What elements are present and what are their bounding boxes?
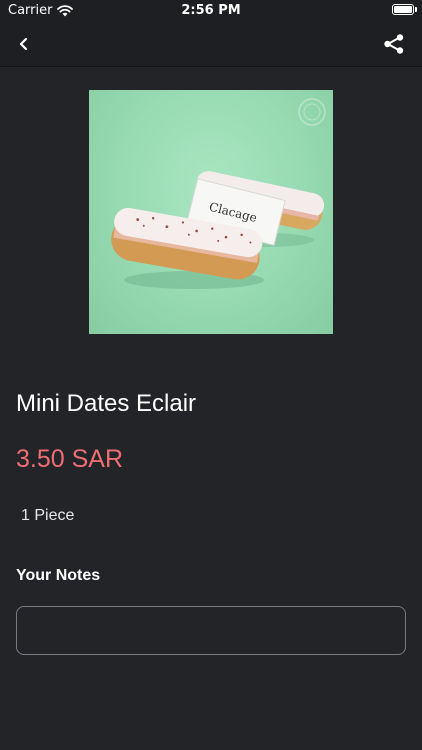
- back-button[interactable]: [12, 32, 36, 56]
- share-icon: [384, 34, 404, 54]
- product-detail-screen: Carrier 2:56 PM Clacage Mini Dates Eclai…: [0, 0, 422, 750]
- status-time: 2:56 PM: [181, 3, 241, 18]
- product-quantity: 1 Piece: [21, 507, 75, 524]
- product-price: 3.50 SAR: [16, 445, 124, 473]
- share-button[interactable]: [380, 30, 408, 58]
- battery-icon: [392, 4, 414, 15]
- battery-tip: [415, 7, 417, 12]
- chevron-left-icon: [19, 37, 28, 51]
- notes-label: Your Notes: [16, 567, 101, 584]
- navigation-bar: [0, 22, 422, 67]
- product-image: Clacage: [89, 90, 333, 334]
- product-title: Mini Dates Eclair: [16, 390, 197, 417]
- battery-level: [394, 6, 412, 13]
- eclair-photo: Clacage: [111, 98, 326, 289]
- logo-seal-icon: [298, 98, 326, 126]
- status-bar: Carrier 2:56 PM: [0, 0, 422, 22]
- notes-input[interactable]: [16, 606, 406, 655]
